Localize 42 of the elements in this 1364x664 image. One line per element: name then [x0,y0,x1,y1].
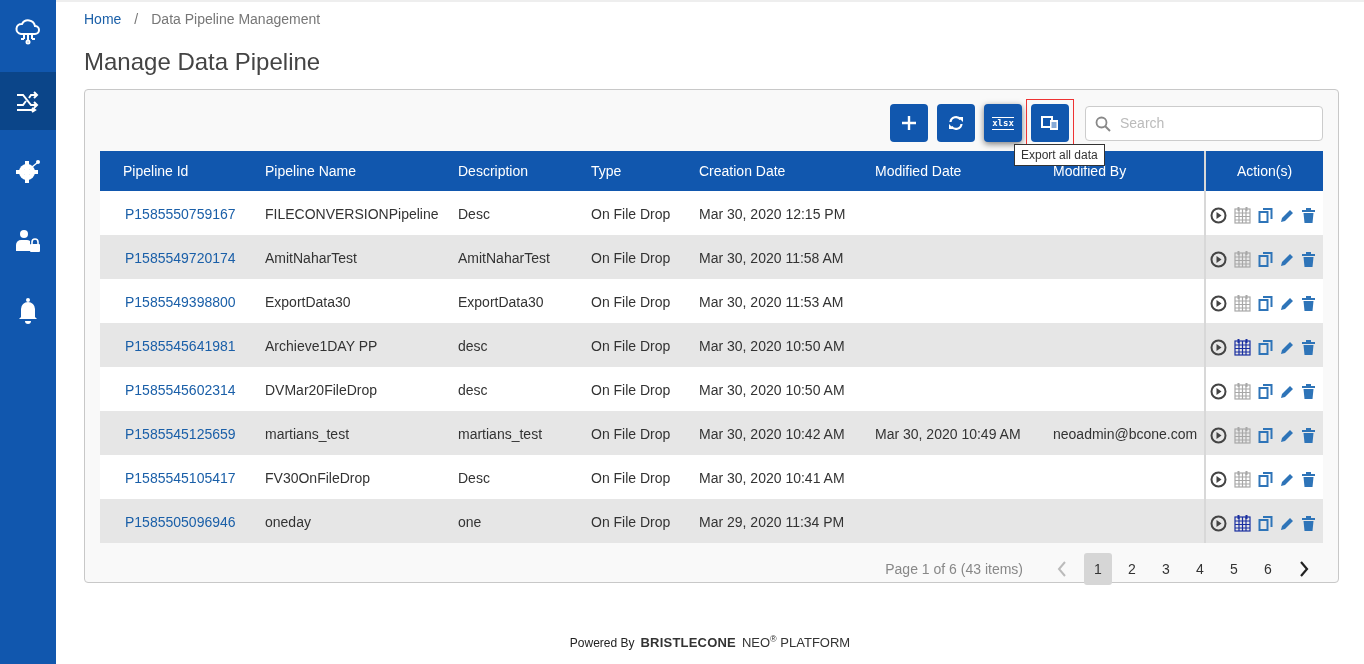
table-cell: AmitNaharTest [443,235,576,279]
table-cell: Mar 30, 2020 10:41 AM [684,455,860,499]
table-cell: Mar 30, 2020 10:42 AM [684,411,860,455]
table-cell: Mar 30, 2020 11:58 AM [684,235,860,279]
table-cell: On File Drop [576,235,684,279]
table-cell: desc [443,367,576,411]
table-cell: oneday [250,499,443,543]
table-cell: AmitNaharTest [250,235,443,279]
page-summary: Page 1 of 6 (43 items) [885,561,1023,577]
table-cell: Mar 29, 2020 11:34 PM [684,499,860,543]
tooltip: Export all data [1014,144,1105,166]
table-cell: one [443,499,576,543]
table-cell: Mar 30, 2020 10:49 AM [860,411,1038,455]
page-title: Manage Data Pipeline [84,48,322,76]
table-cell: ExportData30 [250,279,443,323]
table-cell: On File Drop [576,455,684,499]
breadcrumb-current: Data Pipeline Management [151,11,321,27]
table-cell: On File Drop [576,499,684,543]
table-cell: martians_test [250,411,443,455]
table-cell: DVMar20FileDrop [250,367,443,411]
table-cell: On File Drop [576,323,684,367]
table-cell: Mar 30, 2020 12:15 PM [684,191,860,235]
table-cell: Mar 30, 2020 10:50 AM [684,323,860,367]
table-cell: martians_test [443,411,576,455]
table-cell: desc [443,323,576,367]
table-cell: Mar 30, 2020 10:50 AM [684,367,860,411]
table-cell: On File Drop [576,411,684,455]
breadcrumb-separator: / [134,11,139,27]
brand-logo: BRISTLECONE [640,635,736,650]
table-cell: FV30OnFileDrop [250,455,443,499]
product-name: NEO$^{®}$ PLATFORM [741,633,851,650]
table-cell: On File Drop [576,191,684,235]
table-cell: FILECONVERSIONPipeline [250,191,443,235]
powered-by-text: Powered By [569,636,635,650]
table-cell: Desc [443,191,576,235]
table-cell: ExportData30 [443,279,576,323]
table-cell: On File Drop [576,367,684,411]
table-cell: Mar 30, 2020 11:53 AM [684,279,860,323]
table-cell: On File Drop [576,279,684,323]
table-cell: Desc [443,455,576,499]
table-cell: neoadmin@bcone.com [1038,411,1205,455]
table-cell: Archieve1DAY PP [250,323,443,367]
